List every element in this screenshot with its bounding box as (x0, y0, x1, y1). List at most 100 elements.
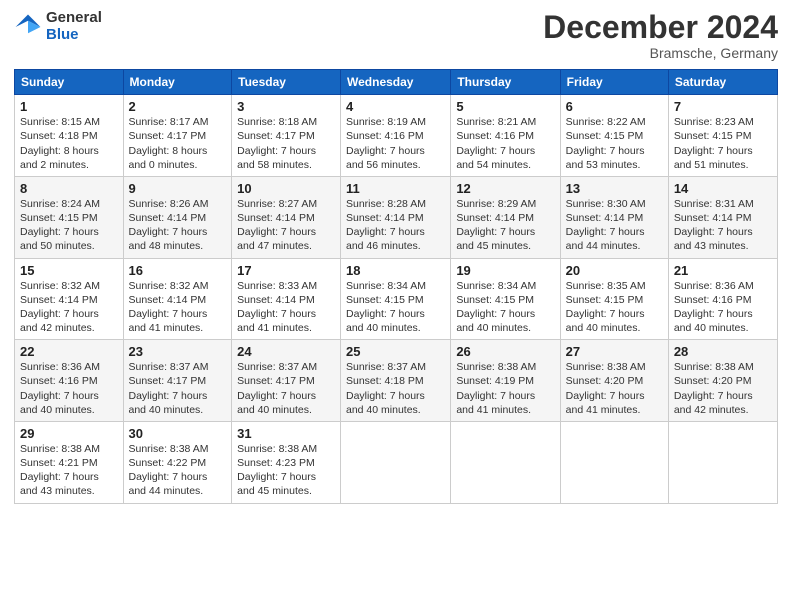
calendar-week-row: 1Sunrise: 8:15 AMSunset: 4:18 PMDaylight… (15, 95, 778, 177)
day-number: 7 (674, 99, 772, 114)
day-number: 18 (346, 263, 445, 278)
day-info: Sunrise: 8:26 AMSunset: 4:14 PMDaylight:… (129, 197, 227, 254)
calendar-cell (560, 421, 668, 503)
day-number: 19 (456, 263, 554, 278)
day-number: 26 (456, 344, 554, 359)
calendar-cell: 5Sunrise: 8:21 AMSunset: 4:16 PMDaylight… (451, 95, 560, 177)
day-info: Sunrise: 8:35 AMSunset: 4:15 PMDaylight:… (566, 279, 663, 336)
calendar-cell: 12Sunrise: 8:29 AMSunset: 4:14 PMDayligh… (451, 176, 560, 258)
calendar-cell: 18Sunrise: 8:34 AMSunset: 4:15 PMDayligh… (341, 258, 451, 340)
day-info: Sunrise: 8:18 AMSunset: 4:17 PMDaylight:… (237, 115, 335, 172)
day-number: 22 (20, 344, 118, 359)
calendar-cell: 24Sunrise: 8:37 AMSunset: 4:17 PMDayligh… (232, 340, 341, 422)
day-info: Sunrise: 8:32 AMSunset: 4:14 PMDaylight:… (20, 279, 118, 336)
calendar-cell: 1Sunrise: 8:15 AMSunset: 4:18 PMDaylight… (15, 95, 124, 177)
day-info: Sunrise: 8:38 AMSunset: 4:23 PMDaylight:… (237, 442, 335, 499)
calendar-cell: 25Sunrise: 8:37 AMSunset: 4:18 PMDayligh… (341, 340, 451, 422)
day-number: 20 (566, 263, 663, 278)
day-number: 21 (674, 263, 772, 278)
day-of-week-header: Wednesday (341, 70, 451, 95)
day-info: Sunrise: 8:17 AMSunset: 4:17 PMDaylight:… (129, 115, 227, 172)
logo: General Blue (14, 10, 102, 43)
calendar-cell: 8Sunrise: 8:24 AMSunset: 4:15 PMDaylight… (15, 176, 124, 258)
day-info: Sunrise: 8:22 AMSunset: 4:15 PMDaylight:… (566, 115, 663, 172)
day-info: Sunrise: 8:38 AMSunset: 4:20 PMDaylight:… (674, 360, 772, 417)
day-info: Sunrise: 8:34 AMSunset: 4:15 PMDaylight:… (456, 279, 554, 336)
calendar-cell: 30Sunrise: 8:38 AMSunset: 4:22 PMDayligh… (123, 421, 232, 503)
day-number: 28 (674, 344, 772, 359)
calendar-cell: 6Sunrise: 8:22 AMSunset: 4:15 PMDaylight… (560, 95, 668, 177)
logo-icon (14, 13, 42, 41)
calendar-body: 1Sunrise: 8:15 AMSunset: 4:18 PMDaylight… (15, 95, 778, 503)
day-number: 6 (566, 99, 663, 114)
day-info: Sunrise: 8:37 AMSunset: 4:17 PMDaylight:… (237, 360, 335, 417)
day-number: 12 (456, 181, 554, 196)
calendar-cell: 4Sunrise: 8:19 AMSunset: 4:16 PMDaylight… (341, 95, 451, 177)
calendar-cell: 31Sunrise: 8:38 AMSunset: 4:23 PMDayligh… (232, 421, 341, 503)
day-info: Sunrise: 8:33 AMSunset: 4:14 PMDaylight:… (237, 279, 335, 336)
title-block: December 2024 Bramsche, Germany (543, 10, 778, 61)
calendar-cell (668, 421, 777, 503)
day-info: Sunrise: 8:36 AMSunset: 4:16 PMDaylight:… (20, 360, 118, 417)
day-of-week-header: Sunday (15, 70, 124, 95)
calendar-cell: 3Sunrise: 8:18 AMSunset: 4:17 PMDaylight… (232, 95, 341, 177)
calendar-cell: 29Sunrise: 8:38 AMSunset: 4:21 PMDayligh… (15, 421, 124, 503)
page: General Blue December 2024 Bramsche, Ger… (0, 0, 792, 612)
calendar-cell: 14Sunrise: 8:31 AMSunset: 4:14 PMDayligh… (668, 176, 777, 258)
day-info: Sunrise: 8:32 AMSunset: 4:14 PMDaylight:… (129, 279, 227, 336)
day-number: 4 (346, 99, 445, 114)
calendar-cell: 23Sunrise: 8:37 AMSunset: 4:17 PMDayligh… (123, 340, 232, 422)
calendar-cell: 17Sunrise: 8:33 AMSunset: 4:14 PMDayligh… (232, 258, 341, 340)
day-info: Sunrise: 8:34 AMSunset: 4:15 PMDaylight:… (346, 279, 445, 336)
day-of-week-header: Saturday (668, 70, 777, 95)
day-of-week-header: Friday (560, 70, 668, 95)
calendar-cell: 2Sunrise: 8:17 AMSunset: 4:17 PMDaylight… (123, 95, 232, 177)
calendar-week-row: 15Sunrise: 8:32 AMSunset: 4:14 PMDayligh… (15, 258, 778, 340)
day-info: Sunrise: 8:19 AMSunset: 4:16 PMDaylight:… (346, 115, 445, 172)
day-number: 11 (346, 181, 445, 196)
day-number: 25 (346, 344, 445, 359)
calendar-cell: 20Sunrise: 8:35 AMSunset: 4:15 PMDayligh… (560, 258, 668, 340)
calendar-week-row: 29Sunrise: 8:38 AMSunset: 4:21 PMDayligh… (15, 421, 778, 503)
logo-general: General (46, 10, 102, 27)
day-number: 31 (237, 426, 335, 441)
days-of-week-row: SundayMondayTuesdayWednesdayThursdayFrid… (15, 70, 778, 95)
day-number: 2 (129, 99, 227, 114)
calendar-cell (341, 421, 451, 503)
day-number: 27 (566, 344, 663, 359)
calendar-cell: 27Sunrise: 8:38 AMSunset: 4:20 PMDayligh… (560, 340, 668, 422)
day-info: Sunrise: 8:27 AMSunset: 4:14 PMDaylight:… (237, 197, 335, 254)
header: General Blue December 2024 Bramsche, Ger… (14, 10, 778, 61)
day-number: 24 (237, 344, 335, 359)
logo-text: General Blue (46, 10, 102, 43)
day-number: 3 (237, 99, 335, 114)
day-info: Sunrise: 8:37 AMSunset: 4:18 PMDaylight:… (346, 360, 445, 417)
day-number: 30 (129, 426, 227, 441)
calendar-cell: 16Sunrise: 8:32 AMSunset: 4:14 PMDayligh… (123, 258, 232, 340)
day-info: Sunrise: 8:37 AMSunset: 4:17 PMDaylight:… (129, 360, 227, 417)
day-number: 1 (20, 99, 118, 114)
main-title: December 2024 (543, 10, 778, 45)
logo-blue: Blue (46, 27, 102, 44)
day-number: 15 (20, 263, 118, 278)
day-info: Sunrise: 8:28 AMSunset: 4:14 PMDaylight:… (346, 197, 445, 254)
calendar-week-row: 22Sunrise: 8:36 AMSunset: 4:16 PMDayligh… (15, 340, 778, 422)
calendar-cell: 19Sunrise: 8:34 AMSunset: 4:15 PMDayligh… (451, 258, 560, 340)
day-info: Sunrise: 8:38 AMSunset: 4:21 PMDaylight:… (20, 442, 118, 499)
day-of-week-header: Thursday (451, 70, 560, 95)
day-info: Sunrise: 8:29 AMSunset: 4:14 PMDaylight:… (456, 197, 554, 254)
day-info: Sunrise: 8:30 AMSunset: 4:14 PMDaylight:… (566, 197, 663, 254)
calendar-cell: 10Sunrise: 8:27 AMSunset: 4:14 PMDayligh… (232, 176, 341, 258)
day-info: Sunrise: 8:38 AMSunset: 4:20 PMDaylight:… (566, 360, 663, 417)
calendar-cell (451, 421, 560, 503)
day-info: Sunrise: 8:38 AMSunset: 4:22 PMDaylight:… (129, 442, 227, 499)
day-number: 10 (237, 181, 335, 196)
calendar-cell: 28Sunrise: 8:38 AMSunset: 4:20 PMDayligh… (668, 340, 777, 422)
calendar-cell: 7Sunrise: 8:23 AMSunset: 4:15 PMDaylight… (668, 95, 777, 177)
calendar-cell: 13Sunrise: 8:30 AMSunset: 4:14 PMDayligh… (560, 176, 668, 258)
calendar-cell: 11Sunrise: 8:28 AMSunset: 4:14 PMDayligh… (341, 176, 451, 258)
day-number: 13 (566, 181, 663, 196)
day-of-week-header: Monday (123, 70, 232, 95)
day-info: Sunrise: 8:24 AMSunset: 4:15 PMDaylight:… (20, 197, 118, 254)
day-number: 16 (129, 263, 227, 278)
